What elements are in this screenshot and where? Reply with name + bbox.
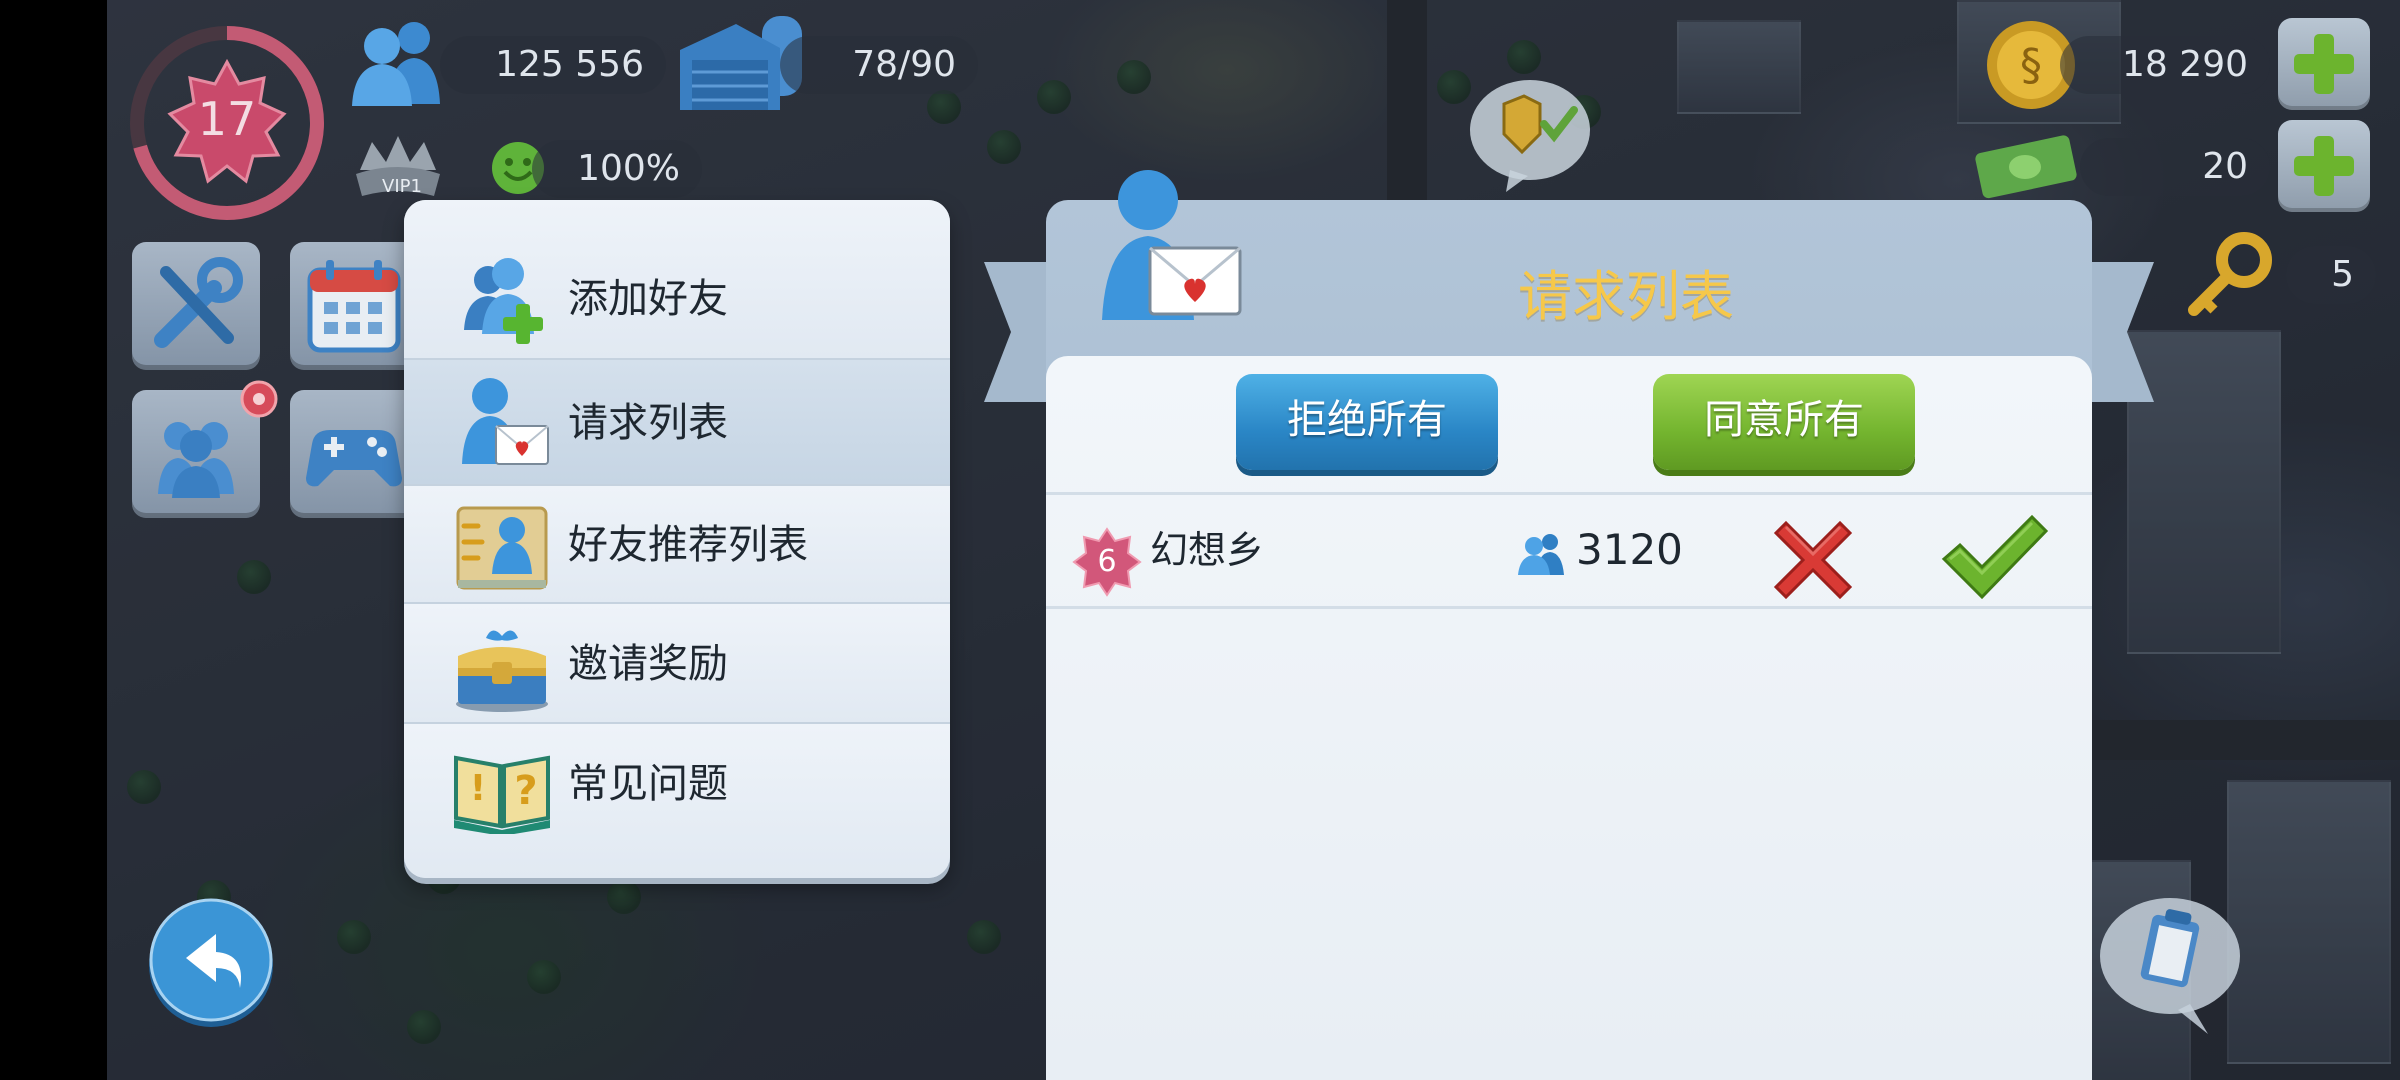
invite-reward-chest-icon	[456, 630, 548, 712]
request-list-icon	[462, 378, 549, 465]
storage-counter: 78/90	[780, 36, 978, 94]
wrench-screwdriver-icon	[154, 257, 243, 348]
player-name: 幻想乡	[1150, 528, 1265, 572]
reject-request-button[interactable]	[1772, 519, 1854, 601]
accept-all-button[interactable]: 同意所有	[1653, 374, 1915, 470]
menu-item-label: 添加好友	[568, 276, 728, 322]
add-friend-icon	[464, 258, 543, 344]
request-row: 6 幻想乡 3120	[1046, 495, 2092, 609]
panel-title: 请求列表	[1518, 265, 1734, 328]
buy-simcash-button[interactable]	[2278, 120, 2370, 212]
simcash-counter: 20	[2080, 138, 2270, 196]
verified-badge-bubble-icon[interactable]	[1466, 74, 1594, 194]
keys-counter: 5	[2286, 246, 2376, 304]
menu-item-label: 请求列表	[568, 400, 728, 446]
happiness-counter: 100%	[532, 140, 702, 198]
population-counter: 125 556	[440, 36, 666, 94]
calendar-icon	[307, 260, 401, 353]
menu-item-label: 邀请奖励	[568, 641, 728, 687]
plus-icon	[2294, 34, 2354, 94]
plus-icon	[2294, 136, 2354, 196]
menu-item-add-friend[interactable]: 添加好友	[404, 200, 950, 360]
friend-recommend-icon	[456, 506, 548, 590]
simoleons-counter: 18 290	[2060, 36, 2270, 94]
menu-item-request-list[interactable]: 请求列表	[404, 360, 950, 486]
vip-label: VIP1	[382, 176, 422, 197]
menu-item-label: 常见问题	[568, 761, 728, 807]
svg-text:§: §	[2020, 40, 2042, 91]
green-check-icon	[1941, 514, 2049, 600]
red-x-icon	[1773, 520, 1853, 600]
request-list-panel: 请求列表 拒绝所有 同意所有 6 幻想乡 3120	[1046, 200, 2092, 1080]
events-calendar-button[interactable]	[290, 242, 418, 370]
reject-all-button[interactable]: 拒绝所有	[1236, 374, 1498, 470]
svg-text:!: !	[470, 768, 486, 809]
accept-request-button[interactable]	[1940, 511, 2050, 603]
buy-simoleons-button[interactable]	[2278, 18, 2370, 110]
population-icon	[1518, 534, 1564, 575]
request-panel-body: 拒绝所有 同意所有 6 幻想乡 3120	[1046, 356, 2092, 1080]
clipboard-bubble-button[interactable]	[2098, 896, 2244, 1036]
game-screen: 17 VIP1 125 556 78/90 100% § 18 290 20 5…	[0, 0, 2400, 1080]
population-icon	[352, 22, 440, 106]
menu-item-label: 好友推荐列表	[568, 522, 808, 568]
player-level: 17	[197, 92, 257, 146]
menu-item-friend-recommend[interactable]: 好友推荐列表	[404, 486, 950, 604]
player-level-number: 6	[1097, 544, 1117, 579]
friends-menu-panel: 添加好友 请求列表 好友推荐列表 邀请奖励 ! ? 常见问题	[404, 200, 950, 878]
player-population: 3120	[1576, 525, 1683, 574]
games-button[interactable]	[290, 390, 418, 518]
menu-item-faq[interactable]: ! ? 常见问题	[404, 724, 950, 878]
gamepad-icon	[306, 430, 402, 487]
build-tools-button[interactable]	[132, 242, 260, 370]
golden-key-icon	[2188, 232, 2272, 316]
svg-text:?: ?	[514, 768, 537, 814]
simcash-bill-icon	[1975, 135, 2077, 199]
notification-dot-icon	[240, 380, 278, 418]
request-list-header-icon	[1102, 170, 1242, 320]
faq-book-icon: ! ?	[454, 755, 550, 834]
back-button[interactable]	[146, 896, 276, 1030]
menu-item-invite-reward[interactable]: 邀请奖励	[404, 604, 950, 724]
